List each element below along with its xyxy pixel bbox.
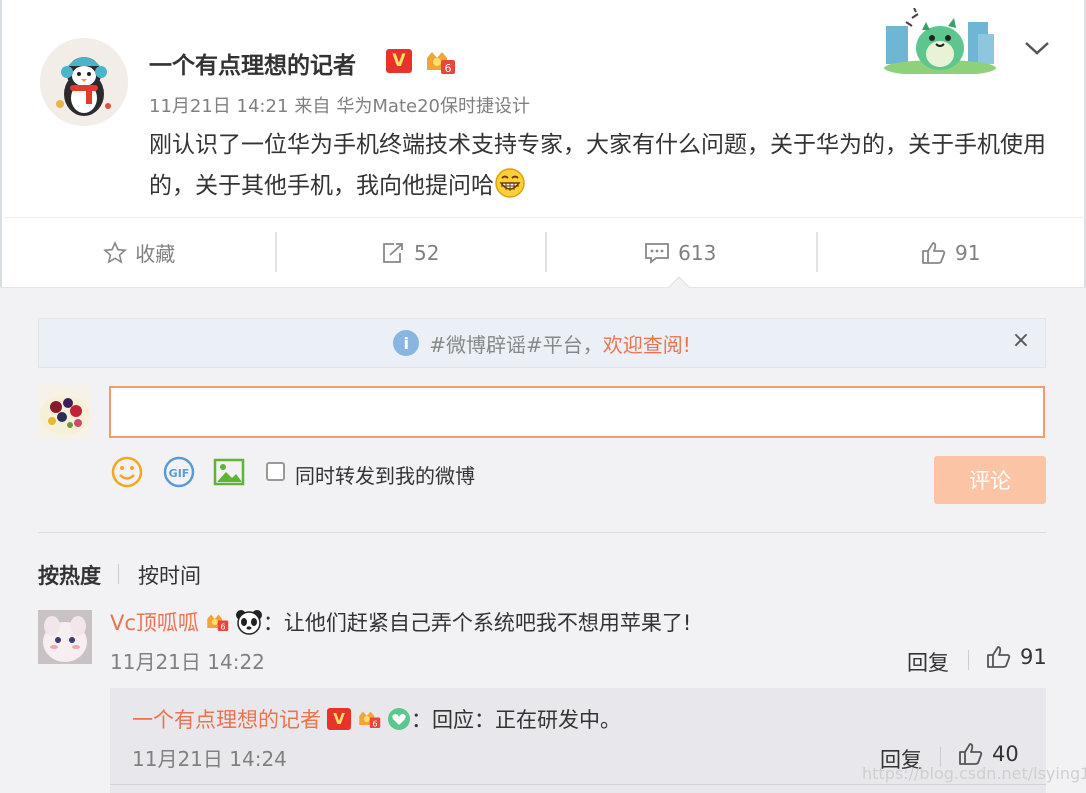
reply-like-button[interactable]: 40 xyxy=(958,742,1019,766)
info-icon: i xyxy=(393,330,420,356)
sort-by-time-tab[interactable]: 按时间 xyxy=(138,560,201,590)
thumbs-up-icon xyxy=(959,743,983,765)
author-avatar[interactable] xyxy=(40,38,128,126)
smiley-icon[interactable] xyxy=(110,455,144,489)
gif-icon[interactable]: GIF xyxy=(162,455,196,489)
like-count: 91 xyxy=(955,240,981,265)
comment-action-separator xyxy=(968,650,969,670)
sort-separator xyxy=(118,564,119,584)
favorite-button[interactable]: 收藏 xyxy=(4,218,275,287)
current-user-avatar xyxy=(38,385,92,439)
comment-text: ：让他们赶紧自己弄个系统吧我不想用苹果了! xyxy=(262,611,692,635)
comment-like-count: 91 xyxy=(1020,645,1047,669)
reply-text: 正在研发中。 xyxy=(495,708,621,732)
comment-icon xyxy=(645,242,670,264)
member-level-icon[interactable]: 6 xyxy=(424,48,456,76)
comments-pointer-caret xyxy=(668,276,690,288)
dinosaur-mascot-icon xyxy=(884,8,996,74)
notice-link[interactable]: 欢迎查阅! xyxy=(603,329,691,358)
watermark-text: https://blog.csdn.net/lsying112 xyxy=(862,764,1086,783)
notice-topic[interactable]: #微博辟谣#平台， xyxy=(429,329,603,358)
verified-badge[interactable]: V xyxy=(386,49,412,73)
repost-icon xyxy=(383,242,403,263)
repost-count: 52 xyxy=(414,240,440,265)
panda-icon[interactable] xyxy=(235,608,263,636)
thumbs-up-icon xyxy=(922,241,946,264)
reply-line: 一个有点理想的记者 V 6 ：回应： 正在研发中。 xyxy=(132,704,621,734)
svg-text:GIF: GIF xyxy=(169,467,190,480)
reply-prefix: ：回应： xyxy=(411,708,495,732)
comment-input[interactable] xyxy=(109,386,1045,438)
comment-line: Vc顶呱呱 6 ：让他们赶紧自己弄个系统吧我不想用苹果了! xyxy=(110,607,691,637)
like-button[interactable]: 91 xyxy=(815,218,1086,287)
thumbs-up-icon xyxy=(987,646,1011,668)
post-body: 刚认识了一位华为手机终端技术支持专家，大家有什么问题，关于华为的，关于手机使用的… xyxy=(149,132,1046,199)
post-text: 刚认识了一位华为手机终端技术支持专家，大家有什么问题，关于华为的，关于手机使用的… xyxy=(149,125,1049,207)
post-source[interactable]: 华为Mate20保时捷设计 xyxy=(336,96,530,117)
reply-author-name[interactable]: 一个有点理想的记者 xyxy=(132,704,321,734)
comment-like-button[interactable]: 91 xyxy=(986,645,1047,669)
rumor-notice-bar: i #微博辟谣#平台， 欢迎查阅! xyxy=(38,318,1046,368)
forward-label[interactable]: 同时转发到我的微博 xyxy=(295,460,475,489)
member-level-icon[interactable]: 6 xyxy=(357,708,381,730)
post-meta: 11月21日 14:21 来自 华为Mate20保时捷设计 xyxy=(149,92,536,118)
verified-badge-icon[interactable]: V xyxy=(327,708,351,730)
comment-count: 613 xyxy=(678,240,717,265)
post-actions: 收藏 52 613 91 xyxy=(4,218,1086,287)
reply-like-count: 40 xyxy=(992,742,1019,766)
sort-divider xyxy=(38,532,1046,533)
repost-button[interactable]: 52 xyxy=(274,218,546,287)
member-level-icon[interactable]: 6 xyxy=(205,611,229,633)
chevron-down-icon[interactable] xyxy=(1022,38,1052,58)
comment-time: 11月21日 14:22 xyxy=(110,650,265,674)
comment-reply-button[interactable]: 回复 xyxy=(907,647,949,677)
source-prefix: 来自 xyxy=(294,96,331,117)
post-card: 一个有点理想的记者 V 6 11月21日 14:21 来自 华为Mate20保时捷设… xyxy=(0,0,1086,287)
reply-bottom-border xyxy=(110,784,1046,785)
reply-time: 11月21日 14:24 xyxy=(132,747,287,771)
sort-by-hot-tab[interactable]: 按热度 xyxy=(38,560,101,590)
submit-comment-button[interactable]: 评论 xyxy=(934,456,1046,504)
image-icon[interactable] xyxy=(212,455,246,489)
favorite-label: 收藏 xyxy=(135,242,176,266)
svg-text:6: 6 xyxy=(220,622,225,632)
commenter-name[interactable]: Vc顶呱呱 xyxy=(110,607,199,637)
svg-text:6: 6 xyxy=(445,62,452,75)
forward-checkbox[interactable] xyxy=(266,462,285,481)
star-icon xyxy=(103,240,128,264)
svg-text:6: 6 xyxy=(372,719,377,729)
heart-badge-icon[interactable] xyxy=(387,707,411,731)
commenter-avatar[interactable] xyxy=(38,610,92,664)
close-icon[interactable]: × xyxy=(1008,328,1034,353)
grin-emoji-icon xyxy=(495,168,525,198)
author-name[interactable]: 一个有点理想的记者 xyxy=(149,46,356,80)
post-time[interactable]: 11月21日 14:21 xyxy=(149,96,288,117)
